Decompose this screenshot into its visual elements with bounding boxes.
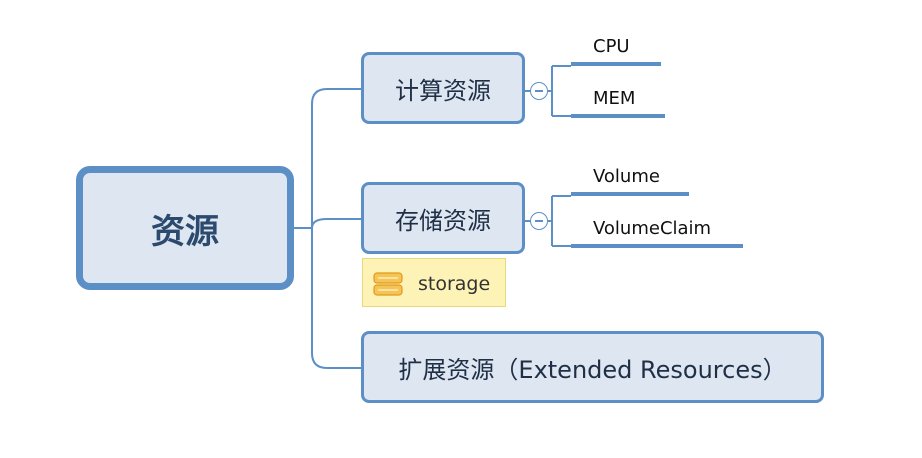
topic-extended-label: 扩展资源（Extended Resources）: [398, 355, 787, 384]
leaf-cpu-label: CPU: [593, 36, 630, 57]
topic-storage-label: 存储资源: [395, 206, 491, 235]
collapse-storage-icon[interactable]: [530, 212, 548, 230]
topic-compute-label: 计算资源: [395, 76, 491, 105]
mind-map: 资源 计算资源 CPU MEM 存储资源 Volume VolumeClaim …: [0, 0, 922, 458]
connector-branch-extended: [311, 228, 361, 369]
connector-storage-leaves: [548, 195, 571, 247]
storage-icon: [373, 272, 403, 296]
storage-label-text: storage: [418, 273, 491, 295]
connector-branch-compute: [311, 88, 361, 228]
topic-compute-resources[interactable]: 计算资源: [361, 52, 525, 124]
leaf-volumeclaim-label: VolumeClaim: [593, 218, 712, 239]
collapse-compute-icon[interactable]: [530, 82, 548, 100]
root-topic-label: 资源: [151, 211, 219, 252]
leaf-volume[interactable]: Volume: [571, 164, 689, 196]
storage-label-tag[interactable]: storage: [362, 258, 506, 307]
leaf-volume-label: Volume: [593, 166, 660, 187]
leaf-mem[interactable]: MEM: [571, 86, 665, 118]
leaf-volumeclaim[interactable]: VolumeClaim: [571, 216, 743, 248]
connector-compute-leaves: [548, 65, 571, 117]
root-topic[interactable]: 资源: [76, 166, 294, 290]
minus-icon: [535, 220, 543, 222]
topic-storage-resources[interactable]: 存储资源: [361, 182, 525, 254]
leaf-cpu[interactable]: CPU: [571, 34, 661, 66]
connector-branch-storage: [311, 218, 361, 229]
leaf-mem-label: MEM: [593, 88, 636, 109]
minus-icon: [535, 90, 543, 92]
topic-extended-resources[interactable]: 扩展资源（Extended Resources）: [361, 331, 824, 403]
